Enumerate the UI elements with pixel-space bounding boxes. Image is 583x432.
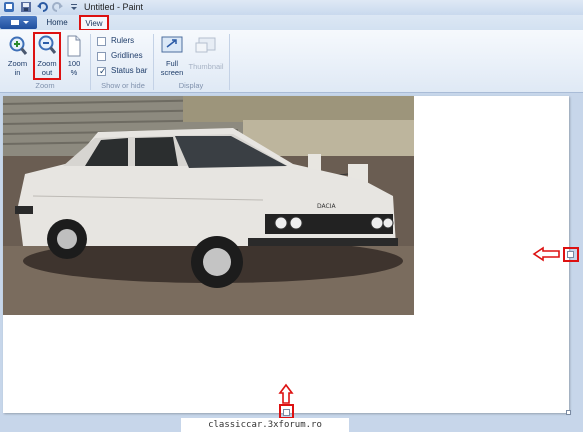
zoom-group-label: Zoom bbox=[35, 81, 55, 90]
zoom-out-label-line1: Zoom bbox=[37, 59, 57, 68]
zoom-100-label-line2: % bbox=[70, 68, 78, 77]
car-photo: DACIA bbox=[3, 96, 414, 315]
arrow-up-icon bbox=[278, 383, 294, 407]
zoom-out-label-line2: out bbox=[41, 68, 53, 77]
full-screen-button[interactable]: Full screen bbox=[157, 33, 187, 79]
thumbnail-button[interactable]: Thumbnail bbox=[187, 33, 225, 79]
save-icon[interactable] bbox=[20, 1, 32, 13]
paint-app-icon[interactable] bbox=[3, 1, 15, 13]
paint-menu-button[interactable] bbox=[0, 16, 37, 29]
zoom-out-icon bbox=[37, 34, 57, 58]
display-group-label: Display bbox=[178, 81, 204, 90]
arrow-left-icon bbox=[532, 246, 562, 264]
redo-icon[interactable] bbox=[52, 1, 64, 13]
title-bar: Untitled - Paint bbox=[0, 0, 583, 15]
tab-home[interactable]: Home bbox=[42, 16, 72, 29]
rulers-label: Rulers bbox=[111, 36, 135, 45]
full-screen-label-line2: screen bbox=[160, 68, 184, 77]
gridlines-checkbox[interactable]: Gridlines bbox=[97, 51, 145, 61]
gridlines-label: Gridlines bbox=[111, 51, 143, 60]
customize-quick-access-icon[interactable] bbox=[68, 1, 80, 13]
car-plate-text: DACIA bbox=[317, 203, 336, 210]
ribbon-separator bbox=[153, 34, 154, 90]
zoom-100-button[interactable]: 100 % bbox=[63, 33, 85, 79]
ribbon: Zoom in Zoom out 100 % Zoom Rulers Gridl… bbox=[0, 30, 583, 93]
zoom-in-label-line2: in bbox=[14, 68, 21, 77]
tab-view[interactable]: View bbox=[79, 15, 109, 31]
watermark-text: classiccar.3xforum.ro bbox=[181, 418, 349, 432]
fullscreen-icon bbox=[161, 35, 183, 57]
thumbnail-icon bbox=[195, 35, 217, 57]
status-bar-label: Status bar bbox=[111, 66, 148, 75]
status-bar-checkbox[interactable]: ✓ Status bar bbox=[97, 66, 152, 76]
rulers-checkbox[interactable]: Rulers bbox=[97, 36, 145, 46]
zoom-out-button[interactable]: Zoom out bbox=[33, 32, 61, 80]
zoom-in-icon bbox=[8, 35, 28, 59]
zoom-in-label-line1: Zoom bbox=[7, 59, 28, 68]
zoom-in-button[interactable]: Zoom in bbox=[4, 33, 31, 79]
status-bar-checkbox-box: ✓ bbox=[97, 66, 107, 76]
chevron-down-icon bbox=[23, 21, 29, 24]
resize-handle-corner[interactable] bbox=[566, 410, 571, 415]
show-hide-group-label: Show or hide bbox=[101, 81, 145, 90]
rulers-checkbox-box bbox=[97, 37, 106, 46]
highlight-right-handle bbox=[563, 247, 579, 262]
page-icon bbox=[66, 35, 82, 59]
ribbon-separator bbox=[90, 34, 91, 90]
gridlines-checkbox-box bbox=[97, 52, 106, 61]
zoom-100-label-line1: 100 bbox=[67, 59, 81, 68]
undo-icon[interactable] bbox=[36, 1, 48, 13]
menu-icon bbox=[11, 20, 19, 25]
window-title: Untitled - Paint bbox=[84, 2, 144, 12]
check-mark-icon: ✓ bbox=[99, 66, 107, 76]
thumbnail-label: Thumbnail bbox=[188, 62, 224, 71]
ribbon-separator bbox=[229, 34, 230, 90]
full-screen-label-line1: Full bbox=[165, 59, 179, 68]
